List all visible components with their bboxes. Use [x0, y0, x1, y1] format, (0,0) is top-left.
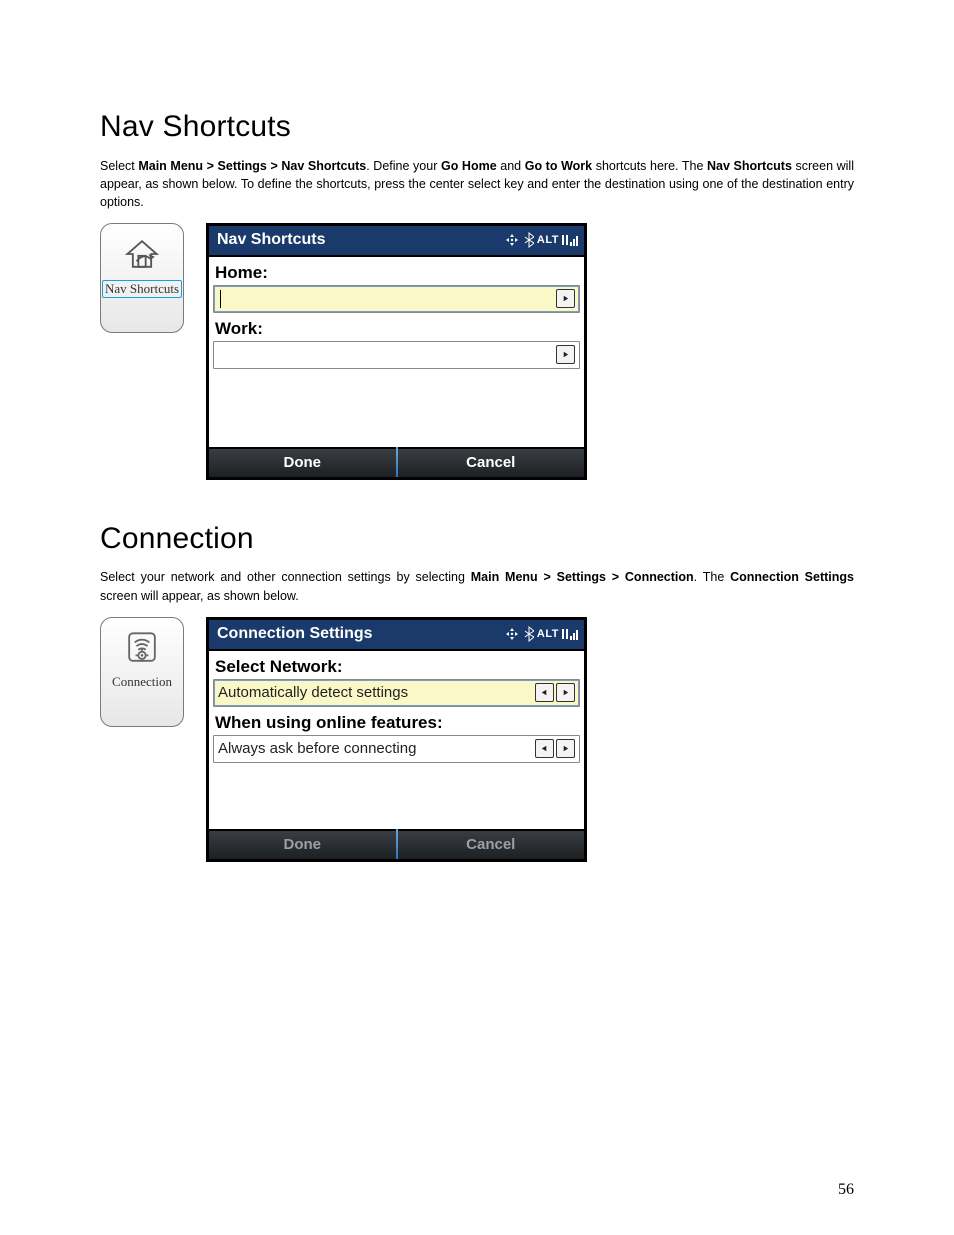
- alt-indicator: ALT: [537, 234, 559, 246]
- dpad-icon: [503, 626, 521, 642]
- bluetooth-icon: [524, 626, 534, 642]
- select-network-field[interactable]: Automatically detect settings: [213, 679, 580, 707]
- signal-icon: [562, 232, 580, 248]
- screen-title: Nav Shortcuts: [217, 231, 325, 249]
- work-input[interactable]: [213, 341, 580, 369]
- play-right-icon: [561, 688, 570, 697]
- wifi-gear-icon: [120, 626, 164, 670]
- tile-nav-shortcuts: Nav Shortcuts: [100, 223, 184, 333]
- tile-caption: Nav Shortcuts: [102, 280, 182, 298]
- online-features-field[interactable]: Always ask before connecting: [213, 735, 580, 763]
- status-icons: ALT: [503, 232, 580, 248]
- home-more-button[interactable]: [556, 289, 575, 308]
- paragraph-connection: Select your network and other connection…: [100, 568, 854, 604]
- cancel-button[interactable]: Cancel: [398, 829, 585, 859]
- home-label: Home:: [213, 261, 580, 285]
- work-label: Work:: [213, 317, 580, 341]
- alt-indicator: ALT: [537, 628, 559, 640]
- online-features-label: When using online features:: [213, 711, 580, 735]
- heading-nav-shortcuts: Nav Shortcuts: [100, 110, 854, 144]
- network-prev-button[interactable]: [535, 683, 554, 702]
- play-left-icon: [540, 688, 549, 697]
- paragraph-nav-shortcuts: Select Main Menu > Settings > Nav Shortc…: [100, 157, 854, 211]
- work-more-button[interactable]: [556, 345, 575, 364]
- cancel-button[interactable]: Cancel: [398, 447, 585, 477]
- dpad-icon: [503, 232, 521, 248]
- screenshot-connection: Connection Settings ALT Select Network: …: [206, 617, 587, 862]
- play-right-icon: [561, 744, 570, 753]
- home-input[interactable]: [213, 285, 580, 313]
- play-right-icon: [561, 350, 570, 359]
- online-next-button[interactable]: [556, 739, 575, 758]
- screen-title: Connection Settings: [217, 625, 373, 643]
- network-next-button[interactable]: [556, 683, 575, 702]
- online-prev-button[interactable]: [535, 739, 554, 758]
- play-right-icon: [561, 294, 570, 303]
- bluetooth-icon: [524, 232, 534, 248]
- done-button[interactable]: Done: [209, 829, 396, 859]
- tile-connection: Connection: [100, 617, 184, 727]
- select-network-label: Select Network:: [213, 655, 580, 679]
- tile-caption: Connection: [112, 674, 172, 690]
- play-left-icon: [540, 744, 549, 753]
- heading-connection: Connection: [100, 522, 854, 556]
- page-number: 56: [838, 1181, 854, 1199]
- house-arrow-icon: [120, 232, 164, 276]
- signal-icon: [562, 626, 580, 642]
- done-button[interactable]: Done: [209, 447, 396, 477]
- screenshot-nav-shortcuts: Nav Shortcuts ALT Home:: [206, 223, 587, 480]
- status-icons: ALT: [503, 626, 580, 642]
